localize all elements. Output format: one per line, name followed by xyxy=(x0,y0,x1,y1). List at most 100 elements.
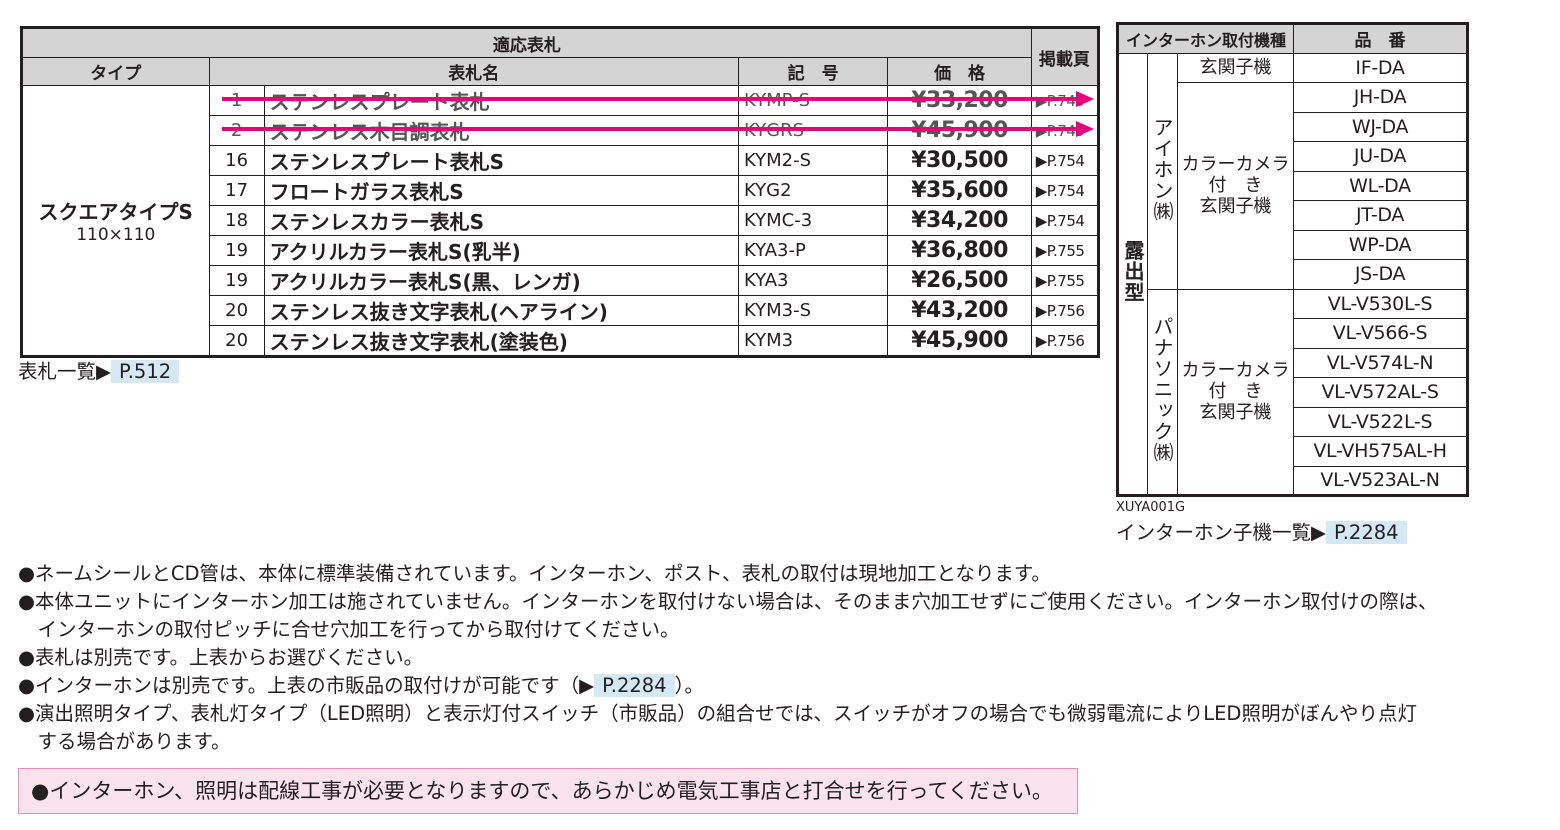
row-page-link[interactable]: ▶P.754 xyxy=(1030,205,1100,236)
note-intercom-sold-separately: ●インターホンは別売です。上表の市販品の取付けが可能です（▶ P.2284）。 xyxy=(18,672,704,700)
part-number: JS-DA xyxy=(1293,259,1469,290)
row-number: 16 xyxy=(208,145,265,176)
type-name: スクエアタイプS xyxy=(38,200,193,224)
nameplate-list-link[interactable]: 表札一覧▶ P.512 xyxy=(18,358,180,386)
header-nameplate-name: 表札名 xyxy=(208,57,739,86)
mount-type: 露出型 xyxy=(1121,240,1145,304)
header-part-number: 品 番 xyxy=(1293,23,1469,54)
row-page-link[interactable]: ▶P.754 xyxy=(1030,175,1100,206)
header-intercom-model: インターホン取付機種 xyxy=(1116,23,1295,54)
note-name-seal: ●ネームシールとCD管は、本体に標準装備されています。インターホン、ポスト、表札… xyxy=(18,562,1051,585)
part-number: WJ-DA xyxy=(1293,111,1469,142)
row-price: ¥35,600 xyxy=(887,175,1032,206)
intercom-list-page[interactable]: P.2284 xyxy=(1326,521,1407,544)
header-code: 記 号 xyxy=(737,57,889,86)
row-code: KYMC-3 xyxy=(737,205,889,236)
row-name: ステンレスプレート表札S xyxy=(263,145,739,176)
row-name: ステンレス抜き文字表札(塗装色) xyxy=(263,325,739,357)
row-price: ¥36,800 xyxy=(887,235,1032,266)
note-intercom-page[interactable]: P.2284 xyxy=(594,674,675,697)
row-name: フロートガラス表札S xyxy=(263,175,739,206)
row-price: ¥34,200 xyxy=(887,205,1032,236)
part-number: WL-DA xyxy=(1293,170,1469,201)
row-number: 19 xyxy=(208,265,265,296)
maker-panasonic: パナソニック㈱ xyxy=(1150,316,1174,464)
maker-cell-aiphone: アイホン㈱ xyxy=(1147,52,1178,290)
maker-cell-panasonic: パナソニック㈱ xyxy=(1147,288,1178,496)
unit-line: 玄関子機 xyxy=(1199,196,1272,218)
part-number: VL-V522L-S xyxy=(1293,406,1469,437)
strikethrough-line-row-1 xyxy=(222,97,1080,101)
part-number: VL-V574L-N xyxy=(1293,347,1469,378)
unit-line: カラーカメラ xyxy=(1181,360,1290,382)
unit-line: 付 き xyxy=(1208,175,1263,197)
part-number: VL-V572AL-S xyxy=(1293,377,1469,408)
note-led-lighting: ●演出照明タイプ、表札灯タイプ（LED照明）と表示灯付スイッチ（市販品）の組合せ… xyxy=(18,702,1417,725)
strikethrough-line-row-2 xyxy=(222,127,1080,131)
nameplate-list-text: 表札一覧▶ xyxy=(18,360,111,383)
row-page-link[interactable]: ▶P.756 xyxy=(1030,295,1100,326)
intercom-list-link[interactable]: インターホン子機一覧▶ P.2284 xyxy=(1116,519,1407,547)
row-code: KYM3-S xyxy=(737,295,889,326)
row-code: KYM2-S xyxy=(737,145,889,176)
note-nameplate-sold-separately: ●表札は別売です。上表からお選びください。 xyxy=(18,646,424,669)
row-price: ¥43,200 xyxy=(887,295,1032,326)
note-intercom-text: ●インターホンは別売です。上表の市販品の取付けが可能です（▶ xyxy=(18,674,595,697)
unit-color-camera: カラーカメラ 付 き 玄関子機 xyxy=(1176,82,1295,290)
mount-type-cell: 露出型 xyxy=(1117,52,1148,496)
row-code: KYA3 xyxy=(737,265,889,296)
row-price: ¥26,500 xyxy=(887,265,1032,296)
part-number: IF-DA xyxy=(1293,52,1469,83)
row-name: ステンレス抜き文字表札(ヘアライン) xyxy=(263,295,739,326)
row-price: ¥45,900 xyxy=(887,325,1032,357)
row-page-link[interactable]: ▶P.755 xyxy=(1030,265,1100,296)
note-intercom-text-end: ）。 xyxy=(674,674,704,697)
header-type: タイプ xyxy=(21,57,210,86)
row-number: 18 xyxy=(208,205,265,236)
part-number: WP-DA xyxy=(1293,229,1469,260)
nameplate-list-page[interactable]: P.512 xyxy=(111,360,180,383)
part-number: VL-V530L-S xyxy=(1293,288,1469,319)
header-applicable-nameplate: 適応表札 xyxy=(21,27,1032,58)
type-size: 110×110 xyxy=(76,225,156,245)
row-code: KYM3 xyxy=(737,325,889,357)
row-number: 20 xyxy=(208,295,265,326)
row-name: アクリルカラー表札S(乳半) xyxy=(263,235,739,266)
row-code: KYG2 xyxy=(737,175,889,206)
maker-aiphone: アイホン㈱ xyxy=(1150,116,1174,222)
strikethrough-arrow-icon xyxy=(1076,91,1094,107)
row-number: 19 xyxy=(208,235,265,266)
part-number: JH-DA xyxy=(1293,82,1469,113)
part-number: JU-DA xyxy=(1293,141,1469,172)
row-code: KYA3-P xyxy=(737,235,889,266)
unit-entrance: 玄関子機 xyxy=(1176,52,1295,83)
unit-line: カラーカメラ xyxy=(1181,154,1290,176)
wiring-notice: ●インターホン、照明は配線工事が必要となりますので、あらかじめ電気工事店と打合せ… xyxy=(18,768,1078,814)
header-price: 価 格 xyxy=(887,57,1032,86)
figure-code: XUYA001G xyxy=(1116,500,1186,515)
row-price: ¥30,500 xyxy=(887,145,1032,176)
part-number: VL-V566-S xyxy=(1293,318,1469,349)
row-page-link[interactable]: ▶P.756 xyxy=(1030,325,1100,357)
nameplate-table: 適応表札 掲載頁 タイプ 表札名 記 号 価 格 スクエアタイプS 110×11… xyxy=(20,26,1100,358)
strikethrough-arrow-icon xyxy=(1076,121,1094,137)
unit-color-camera: カラーカメラ 付 き 玄関子機 xyxy=(1176,288,1295,496)
row-page-link[interactable]: ▶P.754 xyxy=(1030,145,1100,176)
note-intercom-processing: ●本体ユニットにインターホン加工は施されていません。インターホンを取付けない場合… xyxy=(18,590,1438,613)
row-name: アクリルカラー表札S(黒、レンガ) xyxy=(263,265,739,296)
intercom-list-text: インターホン子機一覧▶ xyxy=(1116,521,1326,544)
row-number: 20 xyxy=(208,325,265,357)
part-number: JT-DA xyxy=(1293,200,1469,231)
row-number: 17 xyxy=(208,175,265,206)
type-cell: スクエアタイプS 110×110 xyxy=(21,85,210,357)
part-number: VL-V523AL-N xyxy=(1293,465,1469,496)
unit-line: 玄関子機 xyxy=(1199,402,1272,424)
unit-line: 付 き xyxy=(1208,381,1263,403)
row-name: ステンレスカラー表札S xyxy=(263,205,739,236)
note-led-lighting-cont: する場合があります。 xyxy=(18,730,231,753)
part-number: VL-VH575AL-H xyxy=(1293,436,1469,467)
header-page: 掲載頁 xyxy=(1030,27,1100,86)
row-page-link[interactable]: ▶P.755 xyxy=(1030,235,1100,266)
intercom-table: インターホン取付機種 品 番 露出型 アイホン㈱ 玄関子機 IF-DA カラーカ… xyxy=(1116,22,1470,497)
note-intercom-processing-cont: インターホンの取付ピッチに合せ穴加工を行ってから取付けてください。 xyxy=(18,618,680,641)
